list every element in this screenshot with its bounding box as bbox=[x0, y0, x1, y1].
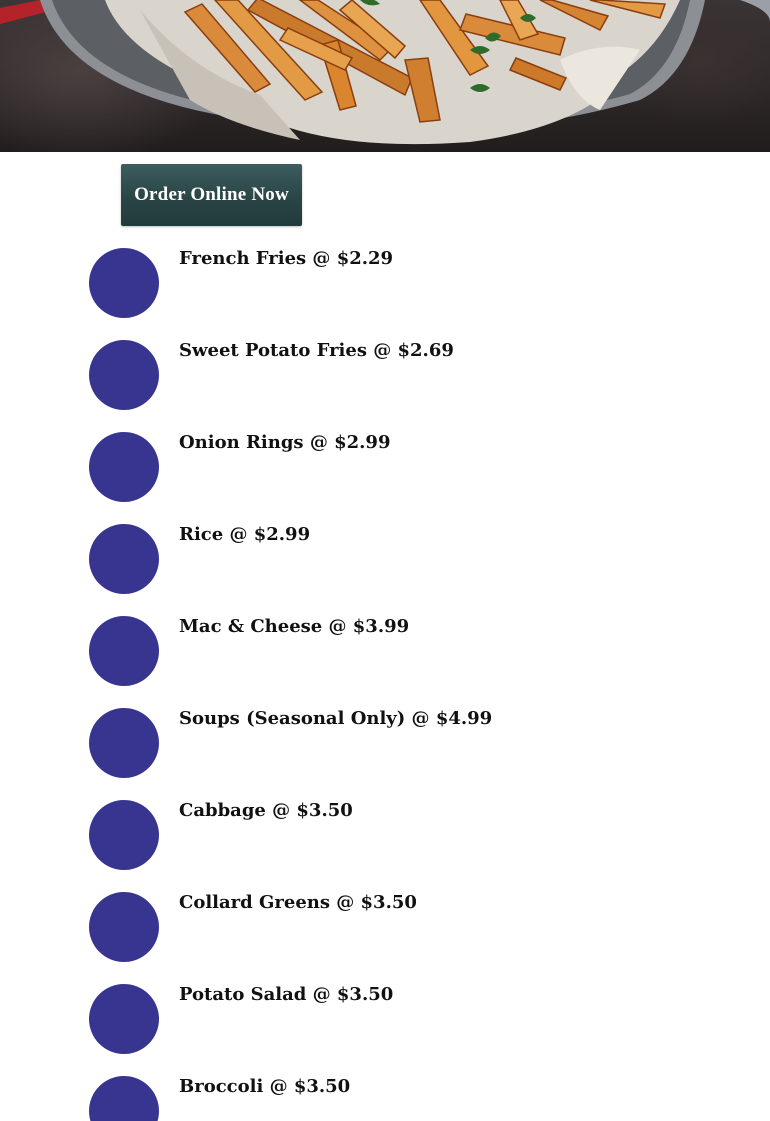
bullet-circle-icon bbox=[89, 432, 159, 502]
menu-item-label: Onion Rings @ $2.99 bbox=[179, 432, 391, 453]
menu-item-label: Collard Greens @ $3.50 bbox=[179, 892, 417, 913]
menu-list: French Fries @ $2.29 Sweet Potato Fries … bbox=[0, 248, 770, 1121]
bullet-circle-icon bbox=[89, 340, 159, 410]
menu-item: Onion Rings @ $2.99 bbox=[0, 432, 770, 524]
order-online-button[interactable]: Order Online Now bbox=[121, 164, 302, 226]
french-fries-photo-icon bbox=[0, 0, 770, 145]
bullet-circle-icon bbox=[89, 892, 159, 962]
menu-item-label: Mac & Cheese @ $3.99 bbox=[179, 616, 410, 637]
menu-item: Collard Greens @ $3.50 bbox=[0, 892, 770, 984]
menu-item-label: Cabbage @ $3.50 bbox=[179, 800, 353, 821]
menu-item: French Fries @ $2.29 bbox=[0, 248, 770, 340]
menu-item: Potato Salad @ $3.50 bbox=[0, 984, 770, 1076]
bullet-circle-icon bbox=[89, 248, 159, 318]
page: Order Online Now French Fries @ $2.29 Sw… bbox=[0, 0, 770, 1121]
hero-image bbox=[0, 0, 770, 152]
menu-item-label: Rice @ $2.99 bbox=[179, 524, 311, 545]
menu-item: Broccoli @ $3.50 bbox=[0, 1076, 770, 1121]
menu-item: Soups (Seasonal Only) @ $4.99 bbox=[0, 708, 770, 800]
menu-item: Rice @ $2.99 bbox=[0, 524, 770, 616]
bullet-circle-icon bbox=[89, 708, 159, 778]
bullet-circle-icon bbox=[89, 984, 159, 1054]
menu-item: Mac & Cheese @ $3.99 bbox=[0, 616, 770, 708]
menu-item-label: French Fries @ $2.29 bbox=[179, 248, 394, 269]
menu-item: Sweet Potato Fries @ $2.69 bbox=[0, 340, 770, 432]
menu-item-label: Broccoli @ $3.50 bbox=[179, 1076, 351, 1097]
bullet-circle-icon bbox=[89, 524, 159, 594]
menu-item-label: Sweet Potato Fries @ $2.69 bbox=[179, 340, 454, 361]
menu-item-label: Potato Salad @ $3.50 bbox=[179, 984, 394, 1005]
menu-item-label: Soups (Seasonal Only) @ $4.99 bbox=[179, 708, 493, 729]
bullet-circle-icon bbox=[89, 1076, 159, 1121]
menu-item: Cabbage @ $3.50 bbox=[0, 800, 770, 892]
bullet-circle-icon bbox=[89, 616, 159, 686]
bullet-circle-icon bbox=[89, 800, 159, 870]
